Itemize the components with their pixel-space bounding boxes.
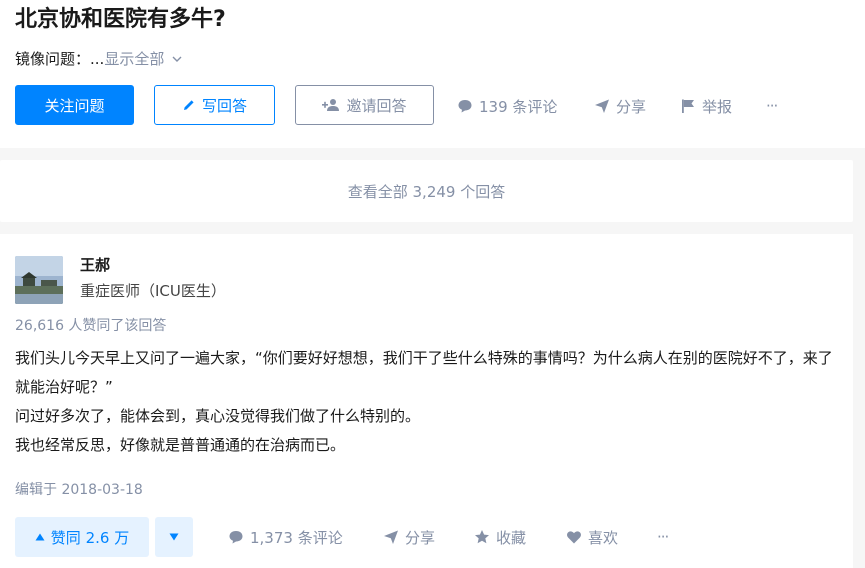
answer-card: 王郝 重症医师（ICU医生） 26,616 人赞同了该回答 我们头儿今天早上又问… bbox=[0, 234, 853, 568]
follow-question-button[interactable]: 关注问题 bbox=[15, 85, 134, 125]
answer-content: 我们头儿今天早上又问了一遍大家，“你们要好好想想，我们干了些什么特殊的事情吗？为… bbox=[15, 344, 845, 460]
upvote-button[interactable]: 赞同 2.6 万 bbox=[15, 517, 149, 557]
question-share-label: 分享 bbox=[616, 97, 647, 116]
invite-answer-label: 邀请回答 bbox=[346, 96, 407, 115]
comment-icon bbox=[458, 100, 472, 113]
vote-summary: 26,616 人赞同了该回答 bbox=[15, 318, 167, 334]
view-all-answers-button[interactable]: 查看全部 3,249 个回答 bbox=[0, 160, 853, 222]
question-title: 北京协和医院有多牛? bbox=[15, 7, 226, 32]
share-icon bbox=[595, 99, 609, 113]
add-user-icon bbox=[322, 99, 340, 111]
question-more-button[interactable]: ··· bbox=[766, 95, 778, 117]
answer-share-button[interactable]: 分享 bbox=[383, 526, 435, 548]
like-button[interactable]: 喜欢 bbox=[566, 526, 618, 548]
author-bio: 重症医师（ICU医生） bbox=[80, 282, 226, 300]
answer-paragraph: 我们头儿今天早上又问了一遍大家，“你们要好好想想，我们干了些什么特殊的事情吗？为… bbox=[15, 349, 833, 396]
invite-answer-button[interactable]: 邀请回答 bbox=[295, 85, 434, 125]
share-icon bbox=[384, 530, 398, 544]
question-report-button[interactable]: 举报 bbox=[680, 95, 732, 117]
edited-date: 编辑于 2018-03-18 bbox=[15, 482, 143, 498]
view-all-answers-label: 查看全部 3,249 个回答 bbox=[347, 182, 506, 201]
answer-paragraph: 问过好多次了，能体会到，真心没觉得我们做了什么特别的。 bbox=[15, 407, 421, 425]
mirror-ellipsis: ... bbox=[90, 50, 105, 68]
answer-paragraph: 我也经常反思，好像就是普普通通的在治病而已。 bbox=[15, 436, 346, 454]
chevron-down-icon[interactable] bbox=[172, 54, 182, 64]
question-comments-button[interactable]: 139 条评论 bbox=[457, 95, 557, 117]
answer-comments-label: 1,373 条评论 bbox=[250, 528, 343, 547]
like-label: 喜欢 bbox=[588, 528, 619, 547]
answer-more-label: ··· bbox=[657, 528, 669, 546]
heart-icon bbox=[567, 531, 581, 544]
follow-question-label: 关注问题 bbox=[44, 96, 105, 115]
upvote-label: 赞同 2.6 万 bbox=[50, 528, 130, 547]
write-answer-button[interactable]: 写回答 bbox=[154, 85, 275, 125]
question-share-button[interactable]: 分享 bbox=[594, 95, 646, 117]
downvote-button[interactable] bbox=[155, 517, 193, 557]
mirror-question-row: 镜像问题： ... 显示全部 bbox=[15, 48, 182, 70]
question-header: 北京协和医院有多牛? 镜像问题： ... 显示全部 关注问题 写回答 邀请回答 … bbox=[0, 0, 865, 148]
answer-comments-button[interactable]: 1,373 条评论 bbox=[228, 526, 343, 548]
answer-share-label: 分享 bbox=[405, 528, 436, 547]
collect-label: 收藏 bbox=[496, 528, 527, 547]
triangle-up-icon bbox=[35, 533, 45, 541]
comment-icon bbox=[229, 531, 243, 544]
mirror-label: 镜像问题： bbox=[15, 50, 91, 68]
triangle-down-icon bbox=[169, 533, 179, 541]
collect-button[interactable]: 收藏 bbox=[474, 526, 526, 548]
show-all-link[interactable]: 显示全部 bbox=[104, 48, 164, 70]
avatar-image bbox=[15, 256, 63, 304]
flag-icon bbox=[682, 99, 694, 113]
avatar[interactable] bbox=[15, 256, 63, 304]
write-answer-label: 写回答 bbox=[201, 96, 247, 115]
star-icon bbox=[475, 530, 489, 544]
question-comments-label: 139 条评论 bbox=[479, 97, 558, 116]
pencil-icon bbox=[183, 100, 194, 110]
answer-more-button[interactable]: ··· bbox=[657, 526, 669, 548]
question-report-label: 举报 bbox=[702, 97, 733, 116]
author-name[interactable]: 王郝 bbox=[80, 254, 110, 276]
question-more-label: ··· bbox=[766, 97, 778, 115]
